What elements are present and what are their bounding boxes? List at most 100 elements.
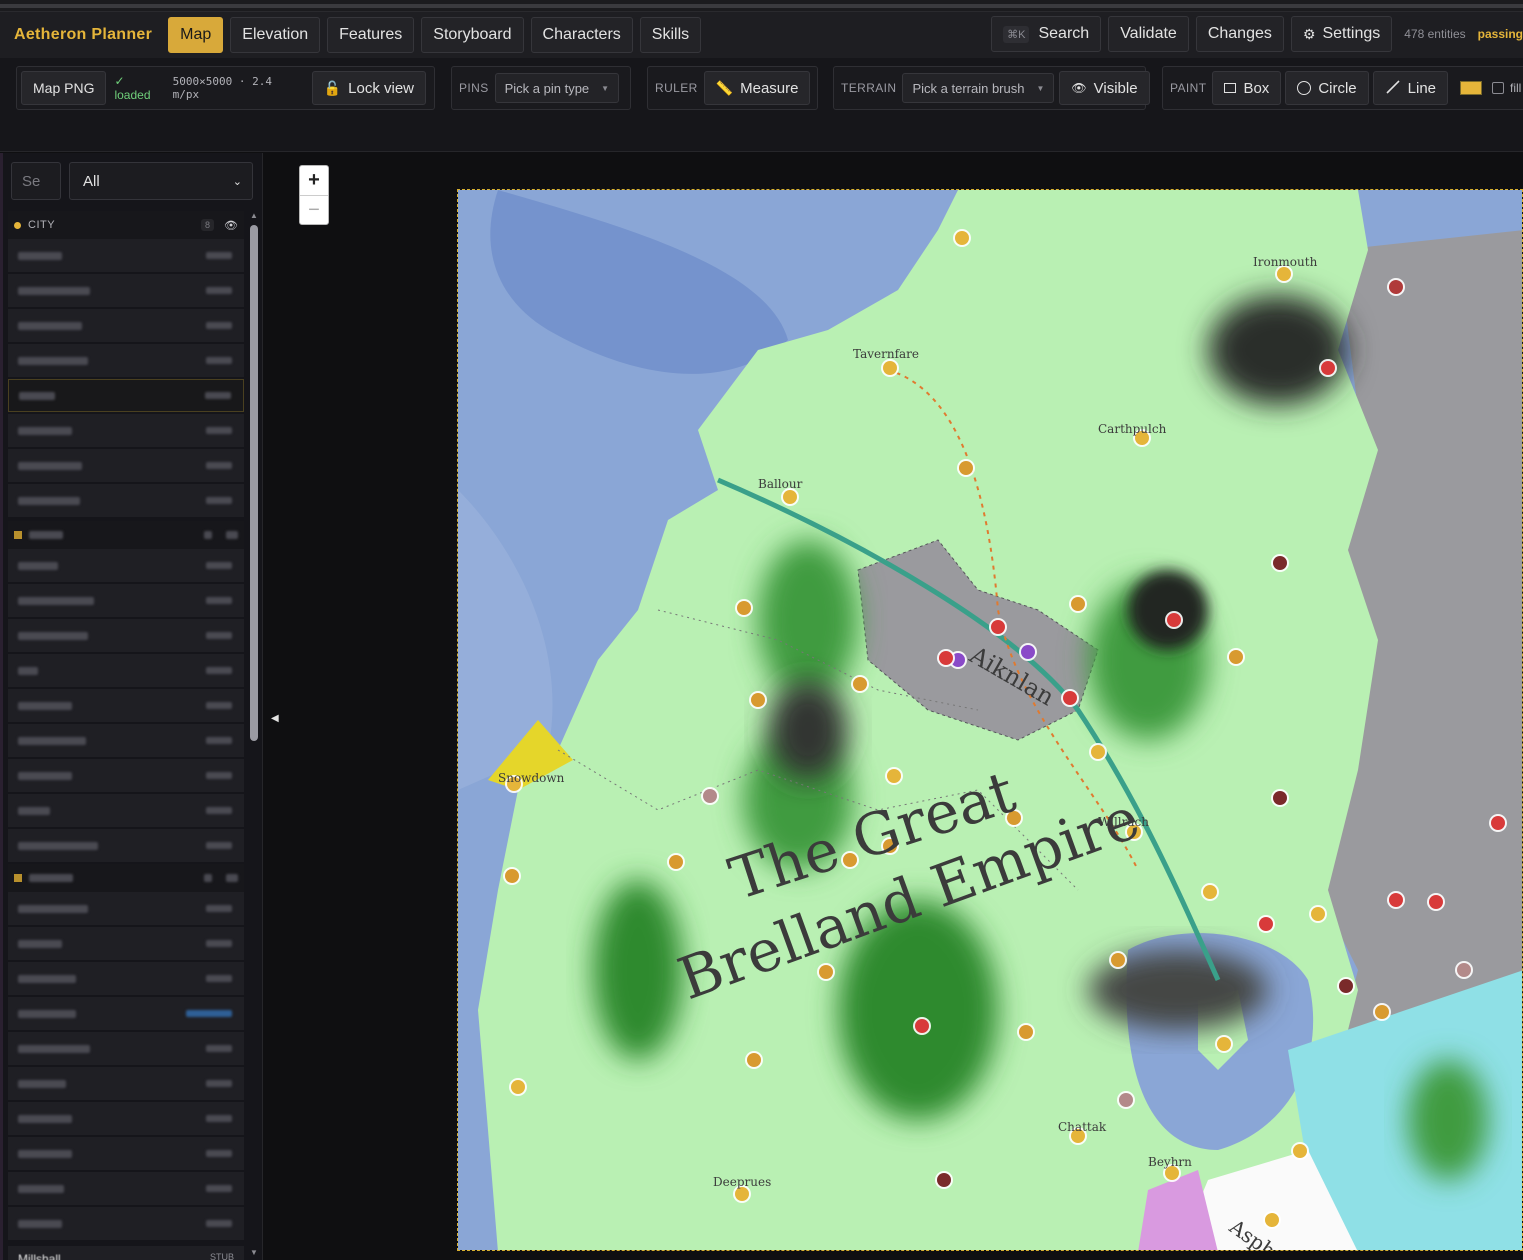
group-header-3[interactable] xyxy=(8,864,244,892)
map-pin[interactable] xyxy=(1111,953,1125,967)
map-pin[interactable] xyxy=(1091,745,1105,759)
category-filter-select[interactable]: All ⌄ xyxy=(69,162,253,200)
list-item[interactable] xyxy=(8,794,244,827)
map-pin[interactable] xyxy=(737,601,751,615)
map-pin[interactable] xyxy=(505,869,519,883)
map-pin[interactable] xyxy=(819,965,833,979)
map-pin[interactable] xyxy=(1491,816,1505,830)
tab-elevation[interactable]: Elevation xyxy=(230,17,321,53)
list-item[interactable] xyxy=(8,759,244,792)
sidebar-search-input[interactable]: Se xyxy=(11,162,61,200)
list-item[interactable] xyxy=(8,344,244,377)
group-header-2[interactable] xyxy=(8,521,244,549)
map-pin[interactable] xyxy=(1071,597,1085,611)
list-item[interactable] xyxy=(8,1172,244,1205)
list-item[interactable] xyxy=(8,689,244,722)
list-item[interactable] xyxy=(8,1067,244,1100)
map-pin[interactable] xyxy=(783,490,797,504)
tab-storyboard[interactable]: Storyboard xyxy=(421,17,524,53)
list-item[interactable] xyxy=(8,449,244,482)
zoom-in-button[interactable]: + xyxy=(300,166,328,195)
world-map[interactable]: The Great Brelland Empire Aiknlan Ironmo… xyxy=(457,189,1523,1251)
list-item[interactable] xyxy=(8,484,244,517)
list-item[interactable]: Millshall STUB xyxy=(8,1246,244,1260)
list-item[interactable] xyxy=(8,654,244,687)
eye-icon[interactable] xyxy=(226,531,238,539)
map-pin[interactable] xyxy=(1063,691,1077,705)
map-pin[interactable] xyxy=(955,231,969,245)
sidebar-scrollbar[interactable]: ▲ ▼ xyxy=(249,211,259,1260)
list-item[interactable] xyxy=(8,274,244,307)
map-pin[interactable] xyxy=(1273,791,1287,805)
map-pin[interactable] xyxy=(1273,556,1287,570)
map-pin[interactable] xyxy=(1389,280,1403,294)
list-item[interactable] xyxy=(8,1102,244,1135)
list-item[interactable] xyxy=(8,414,244,447)
map-pin[interactable] xyxy=(747,1053,761,1067)
tab-map[interactable]: Map xyxy=(168,17,224,53)
top-scrollbar[interactable] xyxy=(0,0,1523,12)
scroll-down-icon[interactable]: ▼ xyxy=(250,1248,258,1257)
validate-button[interactable]: Validate xyxy=(1108,16,1189,52)
settings-button[interactable]: ⚙ Settings xyxy=(1290,16,1393,52)
map-pin[interactable] xyxy=(1203,885,1217,899)
changes-button[interactable]: Changes xyxy=(1195,16,1284,52)
map-pin[interactable] xyxy=(735,1187,749,1201)
fill-checkbox[interactable] xyxy=(1492,82,1505,94)
map-pin[interactable] xyxy=(703,789,717,803)
map-pin[interactable] xyxy=(751,693,765,707)
scroll-up-icon[interactable]: ▲ xyxy=(250,211,258,220)
map-pin[interactable] xyxy=(1021,645,1035,659)
list-item[interactable] xyxy=(8,724,244,757)
tab-skills[interactable]: Skills xyxy=(639,17,702,53)
map-pin[interactable] xyxy=(1389,893,1403,907)
map-pin[interactable] xyxy=(1265,1213,1279,1227)
tab-characters[interactable]: Characters xyxy=(530,17,633,53)
search-button[interactable]: ⌘K Search xyxy=(991,16,1102,52)
map-pin[interactable] xyxy=(939,651,953,665)
circle-tool-button[interactable]: Circle xyxy=(1285,71,1369,105)
map-pin[interactable] xyxy=(1229,650,1243,664)
map-pin[interactable] xyxy=(1277,267,1291,281)
list-item[interactable] xyxy=(8,1032,244,1065)
lock-view-button[interactable]: 🔓 Lock view xyxy=(311,71,426,105)
map-pin[interactable] xyxy=(1119,1093,1133,1107)
map-canvas[interactable]: + − The Great Brelland Empire Aiknlan Ir… xyxy=(287,153,1523,1260)
map-pin[interactable] xyxy=(959,461,973,475)
map-pin[interactable] xyxy=(991,620,1005,634)
list-item[interactable] xyxy=(8,927,244,960)
map-pin[interactable] xyxy=(853,677,867,691)
line-tool-button[interactable]: Line xyxy=(1372,71,1449,105)
map-pin[interactable] xyxy=(937,1173,951,1187)
pin-type-select[interactable]: Pick a pin type ▼ xyxy=(494,73,620,103)
map-pin[interactable] xyxy=(1339,979,1353,993)
map-png-button[interactable]: Map PNG xyxy=(21,71,107,105)
collapse-sidebar-icon[interactable]: ◀ xyxy=(271,713,279,724)
eye-icon[interactable] xyxy=(226,874,238,882)
list-item[interactable] xyxy=(8,1207,244,1240)
map-pin[interactable] xyxy=(1311,907,1325,921)
list-item[interactable] xyxy=(8,584,244,617)
list-item[interactable] xyxy=(8,239,244,272)
tab-features[interactable]: Features xyxy=(327,17,415,53)
map-pin[interactable] xyxy=(883,361,897,375)
map-pin[interactable] xyxy=(1293,1144,1307,1158)
box-tool-button[interactable]: Box xyxy=(1212,71,1282,105)
list-item[interactable] xyxy=(8,962,244,995)
map-pin[interactable] xyxy=(1429,895,1443,909)
terrain-brush-select[interactable]: Pick a terrain brush ▼ xyxy=(902,73,1055,103)
list-item[interactable] xyxy=(8,997,244,1030)
list-item[interactable] xyxy=(8,892,244,925)
map-pin[interactable] xyxy=(1375,1005,1389,1019)
map-pin[interactable] xyxy=(1321,361,1335,375)
map-pin[interactable] xyxy=(1167,613,1181,627)
map-pin[interactable] xyxy=(511,1080,525,1094)
top-scrollbar-thumb[interactable] xyxy=(0,4,1523,8)
map-pin[interactable] xyxy=(1217,1037,1231,1051)
list-item[interactable] xyxy=(8,549,244,582)
list-item[interactable] xyxy=(8,829,244,862)
visible-toggle[interactable]: 👁 Visible xyxy=(1059,71,1150,105)
map-pin[interactable] xyxy=(1259,917,1273,931)
group-header-city[interactable]: CITY 8 👁 xyxy=(8,211,244,239)
list-item[interactable] xyxy=(8,619,244,652)
